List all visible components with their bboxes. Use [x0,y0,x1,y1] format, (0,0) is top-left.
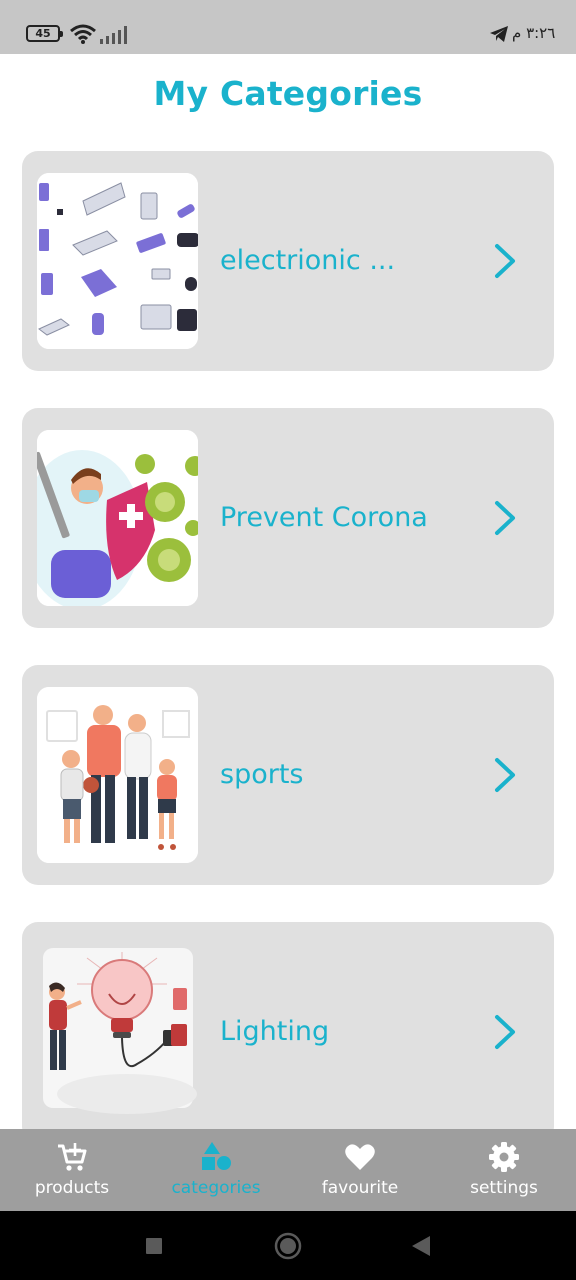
category-image [37,173,198,349]
nav-item-products[interactable]: products [0,1129,144,1211]
chevron-right-icon[interactable] [492,757,518,793]
gear-icon [489,1142,519,1172]
battery-icon: 45 [26,25,63,42]
shapes-icon [202,1142,231,1170]
wifi-icon [70,24,96,44]
cart-icon [58,1143,87,1171]
nav-label: settings [470,1178,538,1198]
nav-label: categories [171,1178,261,1198]
page-title: My Categories [153,74,423,113]
corona-prevention-illustration-icon [37,430,198,606]
status-time: ٣:٢٦ م [512,24,556,42]
status-bar: 45 ٣:٢٦ م [0,0,576,54]
nav-label: favourite [321,1178,399,1198]
category-card[interactable]: Prevent Corona [22,408,554,628]
recents-icon[interactable] [146,1238,162,1254]
category-image [37,430,198,606]
chevron-right-icon[interactable] [492,243,518,279]
nav-item-categories[interactable]: categories [144,1129,288,1211]
heart-icon [345,1144,375,1170]
category-image [37,944,198,1120]
home-icon[interactable] [274,1232,302,1260]
signal-icon [100,26,127,44]
chevron-right-icon[interactable] [492,1014,518,1050]
category-label: Lighting [220,1016,330,1047]
bottom-navigation: products categories favourite settings [0,1129,576,1211]
category-label: electrionic ... [220,245,396,276]
lightbulb-illustration-icon [43,948,197,1114]
chevron-right-icon[interactable] [492,500,518,536]
category-label: Prevent Corona [220,502,428,533]
category-image [37,687,198,863]
nav-label: products [34,1178,110,1198]
category-card[interactable]: sports [22,665,554,885]
electronics-illustration-icon [37,173,198,349]
categories-list[interactable]: electrionic ... Prevent Corona sports Li… [22,151,554,1129]
nav-item-settings[interactable]: settings [432,1129,576,1211]
category-label: sports [220,759,304,790]
back-icon[interactable] [412,1236,430,1256]
nav-item-favourite[interactable]: favourite [288,1129,432,1211]
family-sports-illustration-icon [37,687,198,863]
category-card[interactable]: Lighting [22,922,554,1129]
category-card[interactable]: electrionic ... [22,151,554,371]
system-navigation-bar [0,1211,576,1280]
telegram-icon [490,26,508,42]
